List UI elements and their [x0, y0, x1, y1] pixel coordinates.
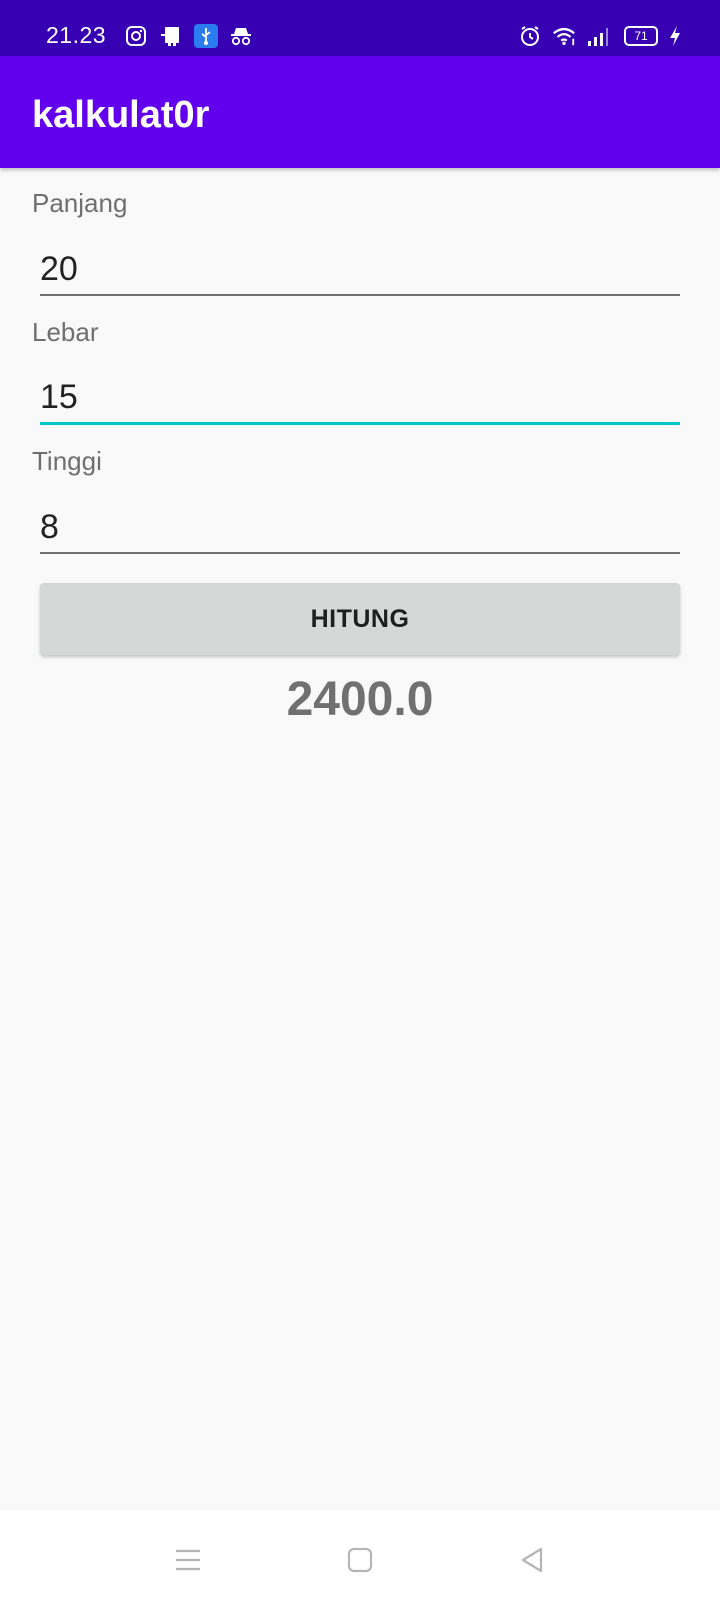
home-icon[interactable] [340, 1540, 380, 1580]
battery-icon: 71 [624, 26, 658, 46]
status-icons-right: 71 [518, 22, 682, 50]
wifi-icon [552, 24, 576, 48]
status-time: 21.23 [46, 22, 107, 48]
status-icons-left [124, 22, 253, 50]
app-title: kalkulat0r [32, 94, 210, 136]
hitung-button[interactable]: HITUNG [40, 583, 680, 655]
menu-icon[interactable] [168, 1540, 208, 1580]
navigation-bar [0, 1510, 720, 1600]
incognito-icon [229, 24, 253, 48]
alarm-icon [518, 24, 542, 48]
usb-icon [194, 24, 218, 48]
instagram-icon [124, 24, 148, 48]
panjang-input[interactable] [40, 244, 680, 296]
signal-icon [586, 24, 610, 48]
lebar-input[interactable] [40, 372, 680, 425]
tinggi-label: Tinggi [32, 446, 102, 476]
panjang-label: Panjang [32, 188, 128, 218]
app-bar: kalkulat0r [0, 56, 720, 168]
status-bar: 21.23 71 [0, 0, 720, 56]
tinggi-input[interactable] [40, 502, 680, 554]
charging-icon [668, 24, 682, 48]
lebar-label: Lebar [32, 317, 99, 347]
notification-app-icon [159, 24, 183, 48]
back-icon[interactable] [512, 1540, 552, 1580]
result-value: 2400.0 [286, 673, 434, 726]
